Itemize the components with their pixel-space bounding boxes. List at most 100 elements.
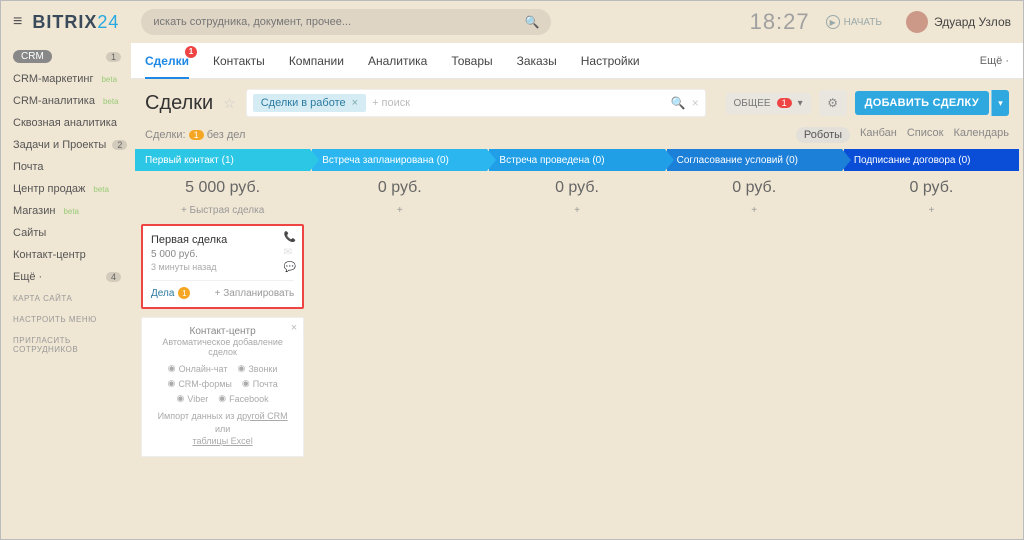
phone-icon[interactable]: 📞 (284, 232, 296, 243)
main: Сделки1 Контакты Компании Аналитика Товары За… (131, 43, 1023, 539)
filter-search-icon: 🔍 (671, 96, 686, 110)
tab-5[interactable]: Заказы (517, 44, 557, 78)
filter-clear-icon[interactable]: × (692, 96, 699, 110)
tab-badge: 1 (185, 46, 197, 58)
promo-item[interactable]: ◉CRM-формы (167, 378, 231, 389)
gear-icon: ⚙ (827, 96, 838, 110)
quick-add-button[interactable]: + (844, 201, 1019, 224)
stage-header[interactable]: Первый контакт (1) (135, 149, 310, 171)
stage-header[interactable]: Встреча запланирована (0) (312, 149, 487, 171)
sidebar-item-crm[interactable]: CRM 1 (1, 45, 131, 68)
deal-plan-button[interactable]: + Запланировать (215, 288, 295, 299)
stage-total: 0 руб. (667, 171, 842, 201)
tab-1[interactable]: Контакты (213, 44, 265, 78)
avatar (906, 11, 928, 33)
sidebar-item-3[interactable]: Задачи и Проекты2 (1, 134, 131, 156)
promo-title: Контакт-центр (150, 326, 295, 337)
sidebar-item-7[interactable]: Сайты (1, 222, 131, 244)
tab-0[interactable]: Сделки1 (145, 44, 189, 78)
filter-chip[interactable]: Сделки в работе × (253, 94, 366, 112)
scope-button[interactable]: ОБЩЕЕ 1 ▾ (726, 93, 811, 114)
stage-name: Встреча проведена (0) (499, 155, 604, 166)
search-icon: 🔍 (524, 15, 539, 29)
filter-box[interactable]: Сделки в работе × + поиск 🔍 × (246, 89, 706, 117)
tab-2[interactable]: Компании (289, 44, 344, 78)
sidebar-item-badge: 2 (112, 140, 127, 150)
remove-chip-icon[interactable]: × (352, 97, 358, 109)
stage-name: Согласование условий (0) (677, 155, 798, 166)
global-search[interactable]: 🔍 (141, 9, 551, 35)
menu-icon[interactable]: ≡ (13, 13, 22, 31)
sidebar-item-1[interactable]: CRM-аналитикаbeta (1, 90, 131, 112)
view-Список[interactable]: Список (907, 127, 944, 143)
mail-icon[interactable]: ✉ (284, 247, 296, 258)
sidebar-item-5[interactable]: Центр продажbeta (1, 178, 131, 200)
sidebar-item-4[interactable]: Почта (1, 156, 131, 178)
beta-badge: beta (101, 75, 117, 84)
stage-name: Встреча запланирована (0) (322, 155, 449, 166)
subbar-label: Сделки: (145, 129, 186, 141)
global-search-input[interactable] (153, 16, 524, 28)
sidebar-sitemap[interactable]: КАРТА САЙТА (1, 288, 131, 309)
tabs: Сделки1 Контакты Компании Аналитика Товары За… (131, 43, 1023, 79)
sidebar-invite[interactable]: ПРИГЛАСИТЬ СОТРУДНИКОВ (1, 330, 131, 360)
add-deal-button[interactable]: ДОБАВИТЬ СДЕЛКУ (855, 91, 989, 115)
kanban-column-1: Встреча запланирована (0) 0 руб.+ (312, 149, 487, 539)
stage-total: 0 руб. (312, 171, 487, 201)
stage-name: Подписание договора (0) (854, 155, 971, 166)
tab-6[interactable]: Настройки (581, 44, 640, 78)
beta-badge: beta (93, 185, 109, 194)
view-Канбан[interactable]: Канбан (860, 127, 897, 143)
quick-add-button[interactable]: + Быстрая сделка (135, 201, 310, 224)
tabs-more[interactable]: Ещё · (980, 55, 1009, 67)
kanban-column-3: Согласование условий (0) 0 руб.+ (667, 149, 842, 539)
channel-icon: ◉ (177, 393, 185, 404)
sidebar-item-label: CRM-маркетинг (13, 73, 93, 85)
stage-header[interactable]: Встреча проведена (0) (489, 149, 664, 171)
stage-header[interactable]: Подписание договора (0) (844, 149, 1019, 171)
tab-3[interactable]: Аналитика (368, 44, 427, 78)
close-icon[interactable]: × (291, 322, 297, 334)
import-excel-link[interactable]: таблицы Excel (193, 436, 253, 446)
quick-add-button[interactable]: + (667, 201, 842, 224)
sidebar-configure[interactable]: НАСТРОИТЬ МЕНЮ (1, 309, 131, 330)
stage-total: 0 руб. (844, 171, 1019, 201)
settings-button[interactable]: ⚙ (819, 90, 847, 116)
sidebar-item-label: CRM-аналитика (13, 95, 95, 107)
sidebar-item-2[interactable]: Сквозная аналитика (1, 112, 131, 134)
stage-header[interactable]: Согласование условий (0) (667, 149, 842, 171)
sidebar-item-8[interactable]: Контакт-центр (1, 244, 131, 266)
favorite-star-icon[interactable]: ☆ (223, 95, 236, 112)
quick-add-button[interactable]: + (312, 201, 487, 224)
quick-add-button[interactable]: + (489, 201, 664, 224)
deal-title: Первая сделка (151, 234, 294, 246)
sidebar-item-label: Магазин (13, 205, 55, 217)
sidebar-item-0[interactable]: CRM-маркетинг beta (1, 68, 131, 90)
sidebar-item-9[interactable]: Ещё ·4 (1, 266, 131, 288)
logo[interactable]: BITRIX24 (32, 12, 119, 33)
channel-icon: ◉ (218, 393, 226, 404)
channel-icon: ◉ (237, 363, 245, 374)
sidebar-item-label: Сайты (13, 227, 46, 239)
add-deal-dropdown[interactable]: ▾ (991, 90, 1009, 116)
view-Календарь[interactable]: Календарь (953, 127, 1009, 143)
deal-activities[interactable]: Дела 1 (151, 287, 190, 299)
sidebar-item-6[interactable]: Магазинbeta (1, 200, 131, 222)
start-timer-button[interactable]: ▶ НАЧАТЬ (826, 15, 882, 29)
subbar-nodeals[interactable]: без дел (207, 129, 246, 141)
import-crm-link[interactable]: другой CRM (237, 411, 288, 421)
view-Роботы[interactable]: Роботы (796, 127, 850, 143)
user-menu[interactable]: Эдуард Узлов (906, 11, 1011, 33)
promo-item[interactable]: ◉Facebook (218, 393, 268, 404)
kanban-column-4: Подписание договора (0) 0 руб.+ (844, 149, 1019, 539)
deal-card[interactable]: 📞✉💬Первая сделка5 000 руб.3 минуты назад… (141, 224, 304, 309)
channel-icon: ◉ (167, 378, 175, 389)
kanban-column-0: Первый контакт (1)5 000 руб.+ Быстрая сд… (135, 149, 310, 539)
chat-icon[interactable]: 💬 (284, 262, 296, 273)
tab-4[interactable]: Товары (451, 44, 492, 78)
promo-item[interactable]: ◉Звонки (237, 363, 277, 374)
promo-item[interactable]: ◉Онлайн-чат (168, 363, 228, 374)
logo-text: BITRIX (32, 12, 97, 32)
promo-item[interactable]: ◉Viber (177, 393, 209, 404)
promo-item[interactable]: ◉Почта (242, 378, 278, 389)
